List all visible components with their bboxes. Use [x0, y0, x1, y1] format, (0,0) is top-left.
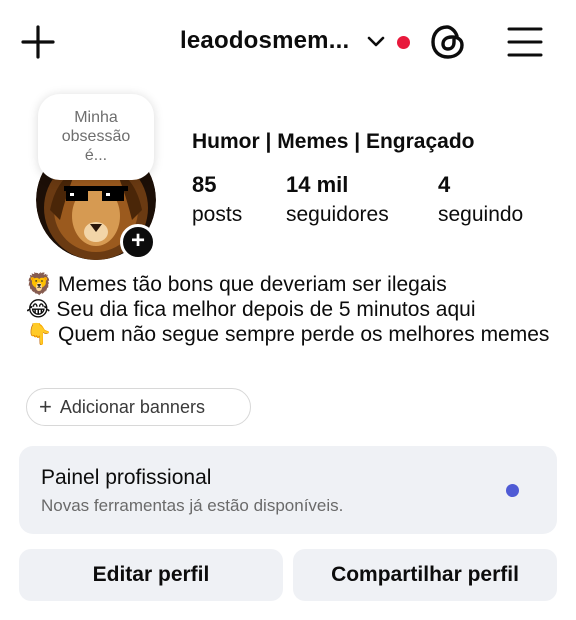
stat-following[interactable]: 4 seguindo: [438, 172, 523, 227]
menu-hamburger-icon[interactable]: [506, 24, 544, 60]
note-line: obsessão: [61, 128, 131, 145]
add-banners-label: Adicionar banners: [59, 397, 205, 417]
stat-value: 14 mil: [286, 172, 349, 197]
stat-posts[interactable]: 85 posts: [192, 172, 242, 227]
notification-dot: [397, 36, 410, 49]
profile-bio: 🦁 Memes tão bons que deveriam ser ilegai…: [26, 272, 556, 347]
note-line: Minha: [74, 109, 118, 126]
stat-value: 4: [438, 172, 451, 197]
panel-subtitle: Novas ferramentas já estão disponíveis.: [41, 496, 344, 515]
bio-text: Quem não segue sempre perde os melhores …: [58, 323, 550, 346]
profile-note-bubble[interactable]: Minha obsessão é...: [38, 94, 154, 180]
stat-label: seguindo: [438, 203, 524, 226]
bio-line: 😂 Seu dia fica melhor depois de 5 minuto…: [26, 297, 556, 322]
profile-username[interactable]: leaodosmem...: [180, 27, 349, 55]
stat-followers[interactable]: 14 mil seguidores: [286, 172, 389, 227]
note-line: é...: [84, 147, 108, 164]
add-story-plus-icon[interactable]: +: [120, 224, 156, 260]
add-banners-button[interactable]: + Adicionar banners: [26, 388, 251, 426]
panel-title: Painel profissional: [41, 466, 212, 489]
bio-line: 👇 Quem não segue sempre perde os melhore…: [26, 322, 556, 347]
laughing-emoji-icon: 😂: [26, 298, 51, 321]
profile-category: Humor | Memes | Engraçado: [192, 130, 475, 153]
bio-line: 🦁 Memes tão bons que deveriam ser ilegai…: [26, 272, 556, 297]
chevron-down-icon[interactable]: [366, 34, 386, 50]
stat-value: 85: [192, 172, 217, 197]
top-bar: leaodosmem...: [0, 0, 576, 86]
bio-text: Memes tão bons que deveriam ser ilegais: [58, 273, 447, 296]
threads-icon[interactable]: [428, 22, 468, 62]
share-profile-button[interactable]: Compartilhar perfil: [293, 549, 557, 601]
stat-label: seguidores: [286, 203, 389, 226]
pointing-down-emoji-icon: 👇: [26, 323, 53, 346]
edit-profile-button[interactable]: Editar perfil: [19, 549, 283, 601]
bio-text: Seu dia fica melhor depois de 5 minutos …: [56, 298, 476, 321]
professional-dashboard-card[interactable]: Painel profissional Novas ferramentas já…: [19, 446, 557, 534]
new-indicator-dot: [506, 484, 519, 497]
plus-icon: +: [39, 394, 52, 419]
create-plus-icon[interactable]: [18, 22, 58, 62]
stat-label: posts: [192, 203, 243, 226]
lion-emoji-icon: 🦁: [26, 273, 53, 296]
